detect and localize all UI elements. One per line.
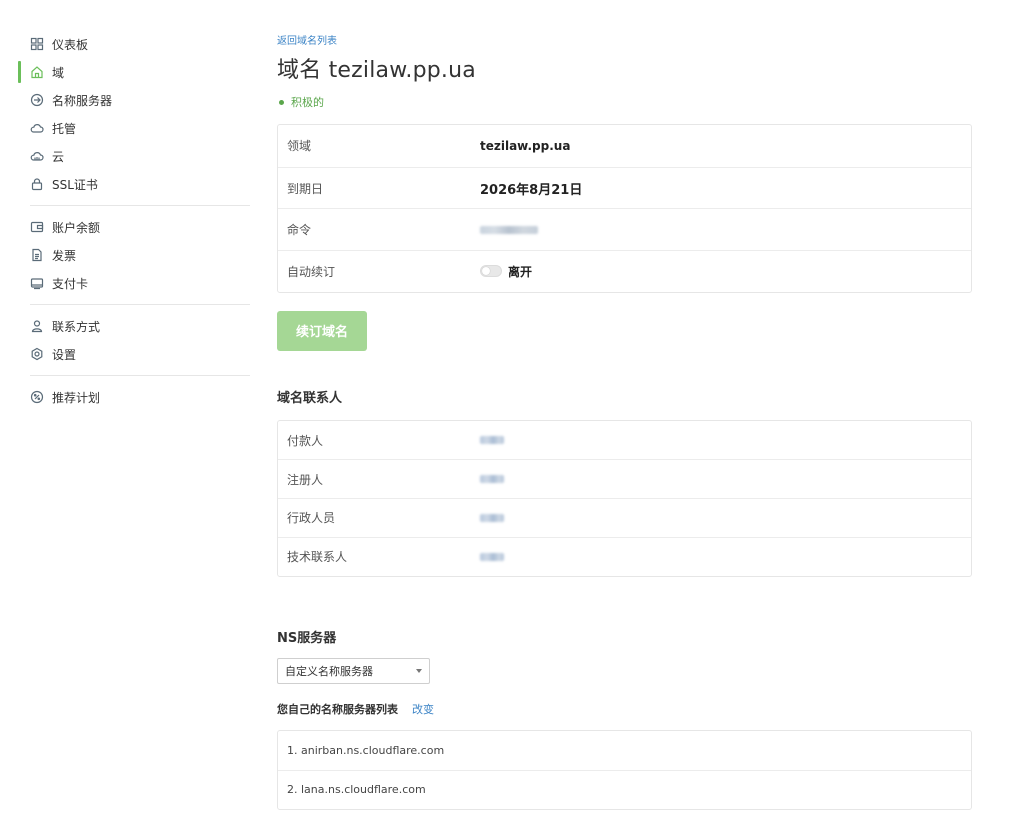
contact-label: 技术联系人	[287, 550, 348, 565]
sidebar-item-label: 名称服务器	[52, 93, 113, 108]
autorenew-toggle[interactable]	[480, 265, 502, 278]
sidebar-item-label: 域	[52, 65, 65, 80]
select-value: 自定义名称服务器	[285, 664, 373, 678]
sidebar-item-settings[interactable]: 设置	[18, 340, 250, 368]
user-icon	[30, 319, 44, 333]
contact-value-redacted	[480, 475, 504, 484]
sidebar-item-dashboard[interactable]: 仪表板	[18, 30, 250, 58]
grid-icon	[30, 37, 44, 51]
sidebar-item-label: 联系方式	[52, 319, 101, 334]
change-nameservers-link[interactable]: 改变	[412, 701, 434, 717]
sidebar-item-ssl[interactable]: SSL证书	[18, 170, 250, 198]
contact-row-registrant: 注册人	[278, 459, 971, 498]
sidebar-item-label: 发票	[52, 248, 77, 263]
contact-label: 行政人员	[287, 511, 336, 526]
sidebar-item-referral[interactable]: 推荐计划	[18, 383, 250, 411]
sidebar-item-cloud[interactable]: 云	[18, 142, 250, 170]
status-badge: 积极的	[277, 94, 972, 110]
contact-row-tech: 技术联系人	[278, 536, 971, 576]
nav-group-account: 联系方式 设置	[18, 312, 250, 368]
back-to-domain-list-link[interactable]: 返回域名列表	[277, 32, 337, 47]
nav-group-main: 仪表板 域 名称服务器 托管 云 SSL证书	[18, 30, 250, 198]
sidebar-item-domains[interactable]: 域	[18, 58, 250, 86]
sidebar-item-label: 托管	[52, 121, 77, 136]
contact-value-redacted	[480, 552, 504, 561]
status-dot-icon	[279, 99, 284, 105]
sidebar-divider	[30, 375, 250, 376]
contact-label: 付款人	[287, 433, 324, 448]
caret-down-icon	[416, 668, 422, 673]
lock-icon	[30, 177, 44, 191]
wallet-icon	[30, 220, 44, 234]
ns-section-title: NS服务器	[277, 630, 337, 646]
info-row-order: 命令	[278, 208, 971, 250]
page-title: 域名 tezilaw.pp.ua	[277, 58, 476, 83]
nameserver-list: 1. anirban.ns.cloudflare.com 2. lana.ns.…	[277, 729, 972, 810]
nameserver-type-select[interactable]: 自定义名称服务器	[277, 657, 430, 684]
sidebar-item-invoices[interactable]: 发票	[18, 241, 250, 269]
nameserver-entry: 1. anirban.ns.cloudflare.com	[287, 743, 445, 757]
list-item: 2. lana.ns.cloudflare.com	[278, 769, 971, 809]
order-value-redacted	[480, 225, 538, 234]
sidebar-divider	[30, 304, 250, 305]
info-label: 到期日	[287, 181, 324, 196]
sidebar-item-balance[interactable]: 账户余额	[18, 213, 250, 241]
ns-list-title: 您自己的名称服务器列表	[277, 702, 398, 716]
sidebar-item-label: 仪表板	[52, 37, 89, 52]
info-label: 自动续订	[287, 264, 336, 279]
sidebar-item-label: 推荐计划	[52, 390, 101, 405]
nameserver-entry: 2. lana.ns.cloudflare.com	[287, 783, 426, 796]
sidebar-item-contacts[interactable]: 联系方式	[18, 312, 250, 340]
contact-value-redacted	[480, 513, 504, 522]
info-row-autorenew: 自动续订 离开	[278, 250, 971, 292]
home-icon	[30, 65, 44, 79]
percent-icon	[30, 390, 44, 404]
info-label: 命令	[287, 223, 312, 238]
ns-list-header: 您自己的名称服务器列表 改变	[277, 701, 972, 717]
nav-group-referral: 推荐计划	[18, 383, 250, 411]
card-icon	[30, 276, 44, 290]
sidebar: 仪表板 域 名称服务器 托管 云 SSL证书 账户余额 发票 支付卡 联系方式 …	[18, 30, 250, 411]
sidebar-item-label: 账户余额	[52, 220, 101, 235]
info-row-domain: 领域 tezilaw.pp.ua	[278, 125, 971, 167]
cloud-server-icon	[30, 149, 44, 163]
info-label: 领域	[287, 139, 312, 154]
cloud-icon	[30, 121, 44, 135]
renew-domain-button[interactable]: 续订域名	[277, 310, 367, 351]
contacts-section-title: 域名联系人	[277, 390, 343, 406]
contact-value-redacted	[480, 436, 504, 445]
document-icon	[30, 248, 44, 262]
sidebar-item-nameservers[interactable]: 名称服务器	[18, 86, 250, 114]
sidebar-divider	[30, 205, 250, 206]
sidebar-item-label: 支付卡	[52, 276, 89, 291]
contact-row-billing: 付款人	[278, 421, 971, 460]
domain-info-card: 领域 tezilaw.pp.ua 到期日 2026年8月21日 命令 自动续订 …	[277, 124, 972, 293]
info-row-expiry: 到期日 2026年8月21日	[278, 166, 971, 209]
list-item: 1. anirban.ns.cloudflare.com	[278, 731, 971, 770]
sidebar-item-cards[interactable]: 支付卡	[18, 269, 250, 297]
domain-value: tezilaw.pp.ua	[480, 138, 571, 153]
contacts-card: 付款人 注册人 行政人员 技术联系人	[277, 419, 972, 577]
sidebar-item-label: 设置	[52, 347, 77, 362]
sidebar-item-label: 云	[52, 149, 65, 164]
contact-row-admin: 行政人员	[278, 498, 971, 537]
nav-group-billing: 账户余额 发票 支付卡	[18, 213, 250, 297]
arrow-circle-icon	[30, 93, 44, 107]
main-content: 返回域名列表 域名 tezilaw.pp.ua 积极的 领域 tezilaw.p…	[277, 30, 972, 810]
contact-label: 注册人	[287, 472, 324, 487]
gear-icon	[30, 347, 44, 361]
sidebar-item-label: SSL证书	[52, 177, 98, 192]
sidebar-item-hosting[interactable]: 托管	[18, 114, 250, 142]
expiry-value: 2026年8月21日	[480, 182, 583, 198]
status-text: 积极的	[291, 96, 324, 109]
autorenew-value: 离开	[508, 264, 533, 279]
